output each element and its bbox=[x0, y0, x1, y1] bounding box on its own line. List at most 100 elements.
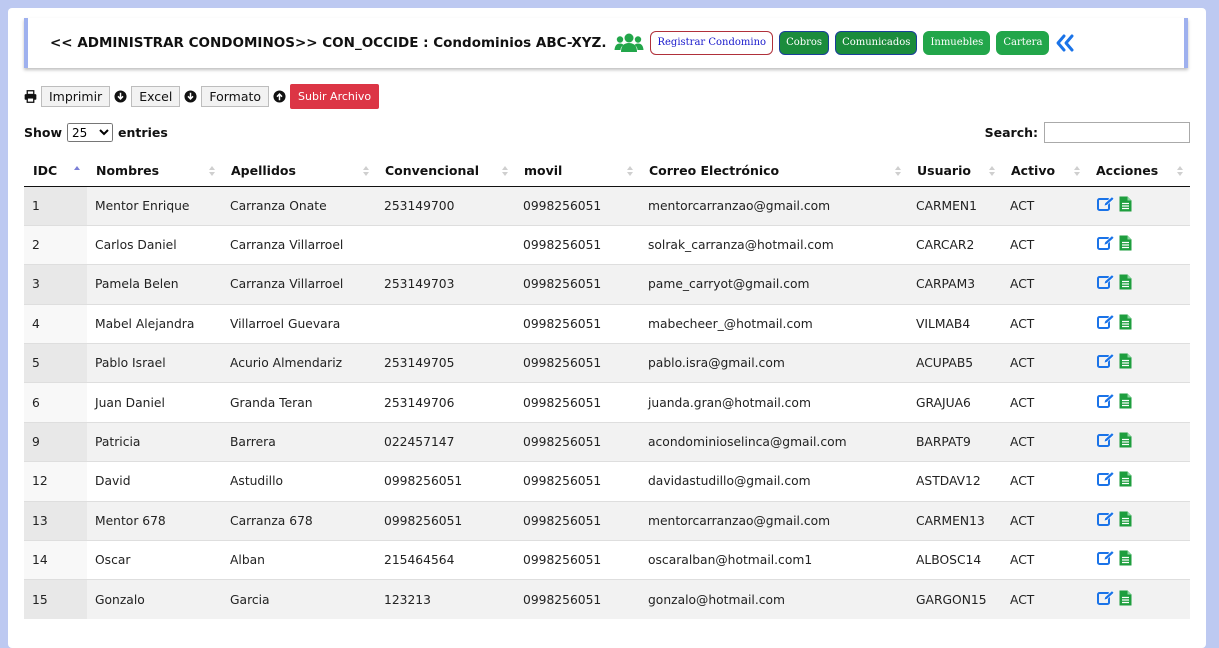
edit-icon[interactable] bbox=[1097, 196, 1115, 212]
col-header-acciones[interactable]: Acciones bbox=[1087, 156, 1190, 187]
cell-activo: ACT bbox=[1002, 540, 1087, 580]
cell-usuario: CARMEN13 bbox=[908, 500, 1002, 541]
cell-movil: 0998256051 bbox=[515, 185, 640, 226]
page-title: << ADMINISTRAR CONDOMINOS>> CON_OCCIDE :… bbox=[50, 35, 607, 51]
cell-idc: 14 bbox=[24, 540, 87, 580]
col-header-usuario[interactable]: Usuario bbox=[908, 156, 1002, 187]
cell-apellidos: Carranza Villarroel bbox=[222, 224, 376, 265]
row-actions bbox=[1095, 235, 1190, 251]
cell-usuario: CARMEN1 bbox=[908, 185, 1002, 226]
cell-correo: mentorcarranzao@gmail.com bbox=[640, 500, 908, 541]
cell-nombres: Oscar bbox=[87, 540, 222, 580]
edit-icon[interactable] bbox=[1097, 235, 1115, 251]
page-header: << ADMINISTRAR CONDOMINOS>> CON_OCCIDE :… bbox=[24, 18, 1188, 68]
formato-button[interactable]: Formato bbox=[201, 85, 270, 107]
col-header-idc[interactable]: IDC bbox=[24, 156, 87, 187]
upload-circle-icon bbox=[273, 89, 286, 103]
row-actions bbox=[1095, 274, 1190, 290]
cell-activo: ACT bbox=[1002, 500, 1087, 541]
edit-icon[interactable] bbox=[1097, 432, 1115, 448]
cell-usuario: VILMAB4 bbox=[908, 303, 1002, 344]
cell-movil: 0998256051 bbox=[515, 303, 640, 344]
cell-idc: 6 bbox=[24, 382, 87, 423]
edit-icon[interactable] bbox=[1097, 353, 1115, 369]
excel-button[interactable]: Excel bbox=[131, 85, 181, 107]
cell-nombres: Mabel Alejandra bbox=[87, 303, 222, 344]
row-actions bbox=[1095, 314, 1190, 330]
cell-acciones bbox=[1087, 264, 1190, 305]
entries-select[interactable]: 25 bbox=[67, 123, 114, 142]
registrar-condomino-button[interactable]: Registrar Condomino bbox=[650, 31, 774, 55]
file-text-icon[interactable] bbox=[1119, 511, 1132, 527]
inmuebles-button[interactable]: Inmuebles bbox=[923, 31, 991, 55]
cell-apellidos: Barrera bbox=[222, 421, 376, 462]
cobros-button[interactable]: Cobros bbox=[779, 31, 830, 55]
subir-archivo-button[interactable]: Subir Archivo bbox=[290, 83, 380, 109]
col-header-activo[interactable]: Activo bbox=[1002, 156, 1087, 187]
cell-idc: 2 bbox=[24, 224, 87, 265]
search-input[interactable] bbox=[1044, 122, 1190, 143]
row-actions bbox=[1095, 353, 1190, 369]
imprimir-button[interactable]: Imprimir bbox=[41, 85, 111, 107]
file-text-icon[interactable] bbox=[1119, 274, 1132, 290]
col-header-apellidos[interactable]: Apellidos bbox=[222, 156, 376, 187]
table-header-row: IDC Nombres Apellidos Convencional movil… bbox=[24, 156, 1190, 187]
double-chevron-left-icon[interactable] bbox=[1055, 33, 1075, 53]
col-header-nombres[interactable]: Nombres bbox=[87, 156, 222, 187]
file-text-icon[interactable] bbox=[1119, 235, 1132, 251]
cell-nombres: Mentor 678 bbox=[87, 500, 222, 541]
cell-activo: ACT bbox=[1002, 461, 1087, 502]
cell-apellidos: Alban bbox=[222, 540, 376, 580]
cell-usuario: ACUPAB5 bbox=[908, 343, 1002, 383]
sort-both-icon bbox=[627, 166, 633, 176]
file-text-icon[interactable] bbox=[1119, 393, 1132, 409]
table-row: 12 David Astudillo 0998256051 0998256051 davi… bbox=[24, 461, 1190, 502]
cartera-button[interactable]: Cartera bbox=[996, 31, 1050, 55]
file-text-icon[interactable] bbox=[1119, 550, 1132, 566]
col-header-convencional[interactable]: Convencional bbox=[376, 156, 515, 187]
file-text-icon[interactable] bbox=[1119, 471, 1132, 487]
cell-movil: 0998256051 bbox=[515, 224, 640, 265]
cell-activo: ACT bbox=[1002, 579, 1087, 620]
edit-icon[interactable] bbox=[1097, 314, 1115, 330]
comunicados-button[interactable]: Comunicados bbox=[835, 31, 918, 55]
file-text-icon[interactable] bbox=[1119, 353, 1132, 369]
table-row: 2 Carlos Daniel Carranza Villarroel 0998256… bbox=[24, 224, 1190, 265]
cell-correo: oscaralban@hotmail.com1 bbox=[640, 540, 908, 580]
cell-convencional: 022457147 bbox=[376, 421, 515, 462]
toolbar: Imprimir Excel Formato Subir Archivo bbox=[24, 83, 380, 109]
table-row: 5 Pablo Israel Acurio Almendariz 253149705 0… bbox=[24, 343, 1190, 383]
edit-icon[interactable] bbox=[1097, 550, 1115, 566]
cell-idc: 12 bbox=[24, 461, 87, 502]
row-actions bbox=[1095, 196, 1190, 212]
cell-correo: pame_carryot@gmail.com bbox=[640, 264, 908, 305]
cell-activo: ACT bbox=[1002, 185, 1087, 226]
cell-nombres: Juan Daniel bbox=[87, 382, 222, 423]
edit-icon[interactable] bbox=[1097, 274, 1115, 290]
cell-usuario: CARPAM3 bbox=[908, 264, 1002, 305]
row-actions bbox=[1095, 550, 1190, 566]
file-text-icon[interactable] bbox=[1119, 196, 1132, 212]
table-row: 1 Mentor Enrique Carranza Onate 253149700 09… bbox=[24, 185, 1190, 226]
cell-acciones bbox=[1087, 224, 1190, 265]
file-text-icon[interactable] bbox=[1119, 432, 1132, 448]
sort-both-icon bbox=[989, 166, 995, 176]
file-text-icon[interactable] bbox=[1119, 590, 1132, 606]
cell-nombres: David bbox=[87, 461, 222, 502]
cell-correo: acondominioselinca@gmail.com bbox=[640, 421, 908, 462]
edit-icon[interactable] bbox=[1097, 393, 1115, 409]
cell-acciones bbox=[1087, 185, 1190, 226]
cell-apellidos: Carranza 678 bbox=[222, 500, 376, 541]
edit-icon[interactable] bbox=[1097, 471, 1115, 487]
length-control: Show 25 entries bbox=[24, 123, 168, 142]
cell-acciones bbox=[1087, 579, 1190, 620]
file-text-icon[interactable] bbox=[1119, 314, 1132, 330]
col-header-correo[interactable]: Correo Electrónico bbox=[640, 156, 908, 187]
edit-icon[interactable] bbox=[1097, 590, 1115, 606]
condominos-table: IDC Nombres Apellidos Convencional movil… bbox=[24, 156, 1190, 620]
edit-icon[interactable] bbox=[1097, 511, 1115, 527]
sort-asc-icon bbox=[74, 166, 80, 170]
cell-nombres: Gonzalo bbox=[87, 579, 222, 620]
col-header-movil[interactable]: movil bbox=[515, 156, 640, 187]
table-row: 13 Mentor 678 Carranza 678 0998256051 099825… bbox=[24, 500, 1190, 541]
